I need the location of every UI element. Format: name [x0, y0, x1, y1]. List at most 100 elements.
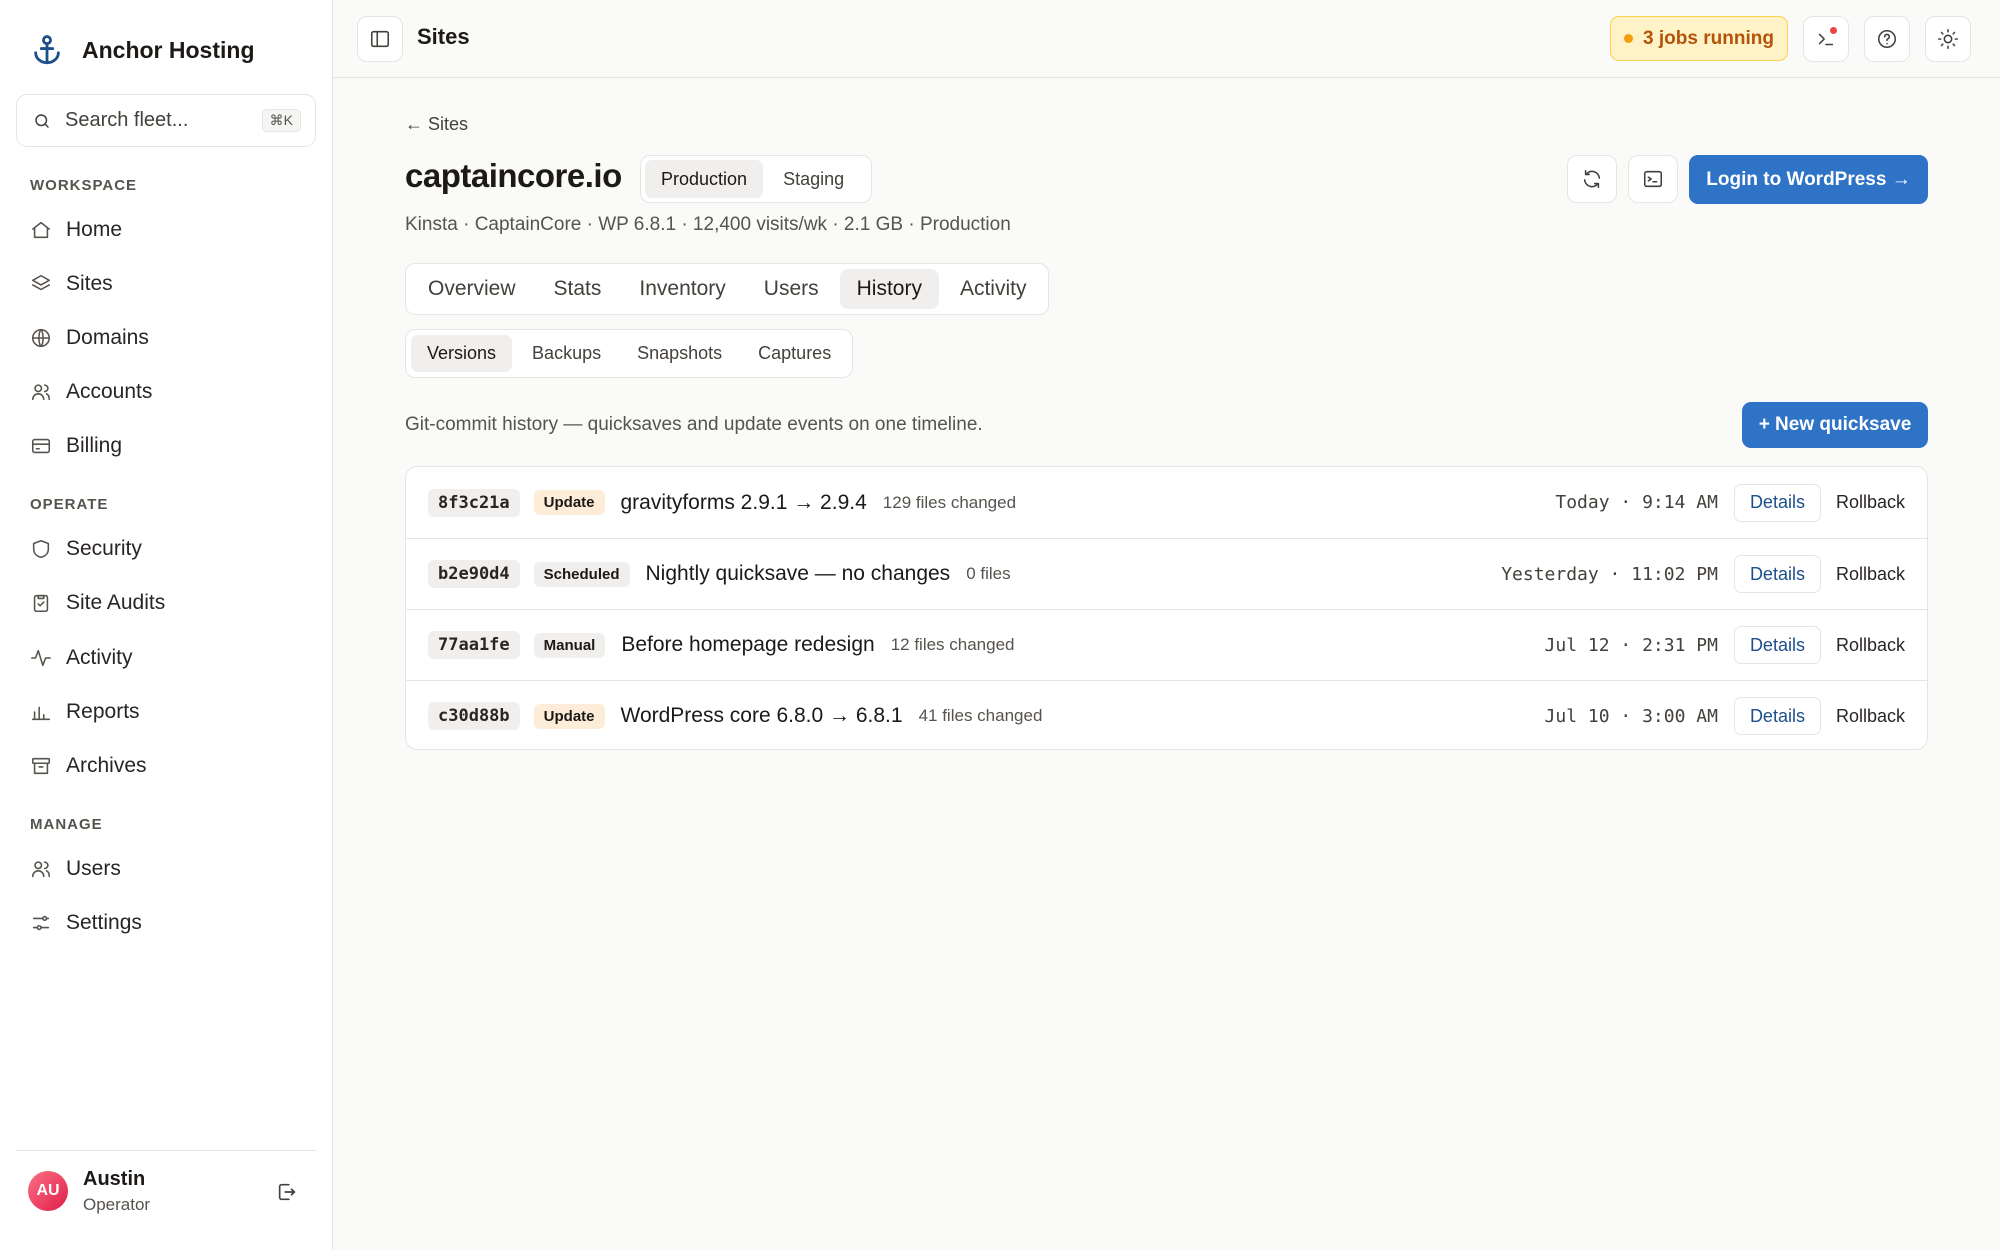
- user-role: Operator: [83, 1195, 151, 1214]
- anchor-icon: [34, 35, 60, 65]
- sidebar-item-activity[interactable]: Activity: [30, 643, 133, 673]
- files-changed: 129 files changed: [882, 492, 1017, 512]
- list-item: 77aa1fe Manual Before homepage redesign …: [406, 609, 1927, 680]
- clipboard-icon: [33, 594, 49, 613]
- sidebar-item-users[interactable]: Users: [30, 854, 121, 884]
- help-icon: [1877, 29, 1897, 49]
- globe-icon: [31, 328, 51, 348]
- list-item: 8f3c21a Update gravityforms 2.9.1 → 2.9.…: [406, 467, 1927, 538]
- sidebar-item-label: Activity: [66, 646, 133, 669]
- env-production[interactable]: Production: [645, 160, 764, 198]
- details-button[interactable]: Details: [1733, 697, 1821, 735]
- user-name: Austin: [83, 1168, 146, 1190]
- commit-hash: 77aa1fe: [428, 631, 520, 659]
- tab-stats[interactable]: Stats: [537, 269, 619, 309]
- sidebar-item-billing[interactable]: Billing: [30, 431, 122, 461]
- sun-icon: [1938, 29, 1958, 49]
- logout-icon[interactable]: [276, 1181, 298, 1203]
- back-to-sites-link[interactable]: ← Sites: [405, 114, 468, 135]
- subtab-captures[interactable]: Captures: [742, 335, 847, 372]
- env-staging[interactable]: Staging: [767, 160, 860, 198]
- commit-hash: b2e90d4: [428, 560, 520, 588]
- rollback-button[interactable]: Rollback: [1836, 706, 1905, 727]
- files-changed: 12 files changed: [890, 635, 1015, 654]
- login-to-wordpress-button[interactable]: Login to WordPress →: [1689, 155, 1928, 204]
- subtab-snapshots[interactable]: Snapshots: [621, 335, 738, 372]
- sidebar-item-sites[interactable]: Sites: [30, 269, 113, 299]
- notification-dot: [1830, 27, 1837, 34]
- tab-activity[interactable]: Activity: [943, 269, 1044, 309]
- console-button[interactable]: [1628, 155, 1678, 203]
- history-description: Git-commit history — quicksaves and upda…: [405, 414, 983, 435]
- pulse-icon: [31, 649, 51, 667]
- sidebar-item-reports[interactable]: Reports: [30, 697, 140, 727]
- refresh-icon: [1583, 169, 1601, 189]
- commit-title: Before homepage redesign: [621, 633, 875, 656]
- sidebar-item-label: Site Audits: [66, 591, 166, 614]
- subtab-backups[interactable]: Backups: [516, 335, 617, 372]
- details-button[interactable]: Details: [1733, 483, 1821, 522]
- search-input[interactable]: Search fleet... ⌘K: [16, 94, 316, 147]
- details-button[interactable]: Details: [1733, 626, 1821, 664]
- section-label-operate: OPERATE: [30, 496, 109, 513]
- rollback-button[interactable]: Rollback: [1836, 635, 1905, 656]
- theme-toggle-button[interactable]: [1925, 16, 1971, 62]
- bar-chart-icon: [31, 706, 51, 721]
- list-item: c30d88b Update WordPress core 6.8.0 → 6.…: [406, 680, 1927, 749]
- rollback-button[interactable]: Rollback: [1836, 492, 1905, 513]
- tab-history[interactable]: History: [839, 269, 939, 309]
- commit-title: Nightly quicksave — no changes: [645, 562, 951, 585]
- commit-hash: c30d88b: [428, 702, 520, 730]
- help-button[interactable]: [1864, 16, 1910, 62]
- sidebar-item-settings[interactable]: Settings: [30, 908, 142, 938]
- terminal-button[interactable]: [1803, 16, 1849, 62]
- topbar: Sites 3 jobs running: [333, 0, 2000, 78]
- refresh-button[interactable]: [1567, 155, 1617, 203]
- search-placeholder: Search fleet...: [65, 109, 189, 131]
- history-subtabs: Versions Backups Snapshots Captures: [405, 329, 854, 378]
- tab-overview[interactable]: Overview: [411, 269, 533, 309]
- site-meta: Kinsta · CaptainCore · WP 6.8.1 · 12,400…: [405, 214, 1011, 235]
- sidebar-toggle-button[interactable]: [357, 16, 403, 62]
- section-label-workspace: WORKSPACE: [30, 177, 138, 194]
- status-badge: Manual: [533, 632, 606, 658]
- sidebar-item-security[interactable]: Security: [30, 534, 142, 564]
- sidebar-item-site-audits[interactable]: Site Audits: [30, 588, 165, 618]
- sidebar-item-label: Settings: [66, 911, 142, 934]
- rollback-button[interactable]: Rollback: [1836, 564, 1905, 585]
- commit-title: gravityforms 2.9.1 → 2.9.4: [620, 490, 867, 514]
- archive-icon: [31, 757, 51, 775]
- commit-time: Today · 9:14 AM: [1555, 492, 1718, 513]
- sidebar-item-label: Accounts: [66, 380, 153, 403]
- subtab-versions[interactable]: Versions: [411, 335, 513, 372]
- sidebar-item-domains[interactable]: Domains: [30, 323, 149, 353]
- sidebar-item-label: Security: [66, 537, 142, 560]
- details-button[interactable]: Details: [1733, 555, 1821, 593]
- brand-name: Anchor Hosting: [82, 36, 255, 63]
- jobs-running-label: 3 jobs running: [1643, 27, 1774, 49]
- site-title: captaincore.io: [405, 157, 622, 194]
- sidebar-item-home[interactable]: Home: [30, 215, 122, 245]
- commit-title: WordPress core 6.8.0 → 6.8.1: [620, 704, 903, 727]
- section-label-manage: MANAGE: [30, 816, 103, 833]
- jobs-running-badge[interactable]: 3 jobs running: [1610, 16, 1788, 61]
- history-list: 8f3c21a Update gravityforms 2.9.1 → 2.9.…: [405, 466, 1928, 750]
- tab-users[interactable]: Users: [747, 269, 836, 309]
- status-badge: Scheduled: [533, 561, 630, 587]
- list-item: b2e90d4 Scheduled Nightly quicksave — no…: [406, 538, 1927, 609]
- tab-inventory[interactable]: Inventory: [622, 269, 742, 309]
- avatar[interactable]: AU: [28, 1171, 68, 1211]
- new-quicksave-button[interactable]: + New quicksave: [1742, 402, 1928, 448]
- search-icon: [35, 113, 49, 128]
- sidebar-item-accounts[interactable]: Accounts: [30, 377, 152, 407]
- sidebar-item-archives[interactable]: Archives: [30, 751, 147, 781]
- commit-time: Jul 10 · 3:00 AM: [1544, 705, 1718, 727]
- brand[interactable]: Anchor Hosting: [30, 32, 255, 68]
- users-icon: [31, 384, 51, 401]
- files-changed: 0 files: [966, 564, 1011, 583]
- status-dot: [1624, 34, 1634, 43]
- sliders-icon: [32, 915, 50, 931]
- terminal-window-icon: [1643, 170, 1663, 188]
- commit-time: Yesterday · 11:02 PM: [1501, 563, 1718, 585]
- search-shortcut: ⌘K: [261, 109, 301, 132]
